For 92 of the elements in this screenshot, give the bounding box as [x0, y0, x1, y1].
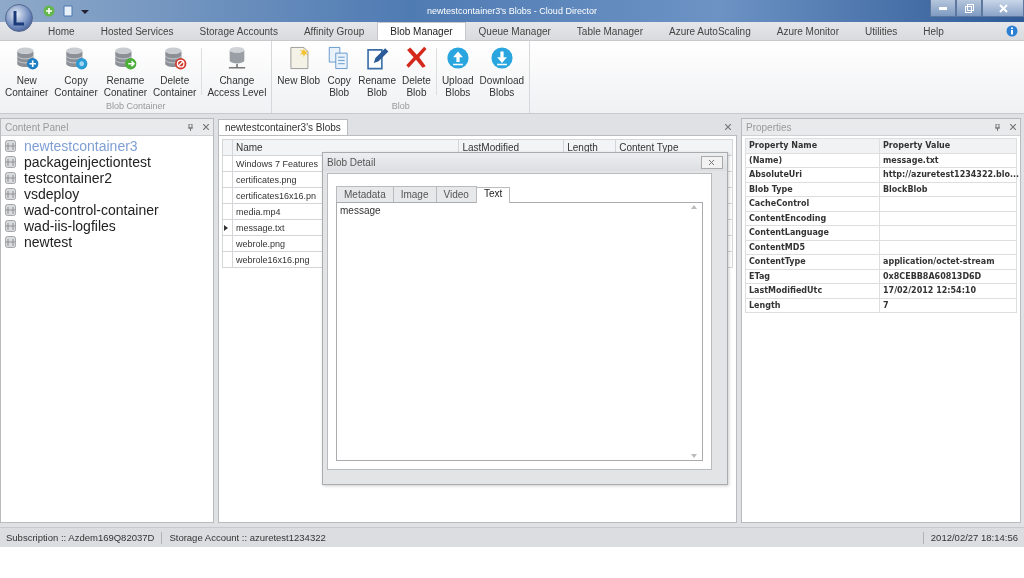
tab[interactable]: Text — [475, 187, 511, 203]
pin-icon[interactable] — [995, 123, 1000, 131]
table-cell: 0x8CEBB8A60813D6D — [879, 269, 1017, 284]
scroll-down-icon[interactable] — [691, 454, 697, 458]
menu-tab[interactable]: Blob Manager — [377, 22, 466, 40]
table-cell: AbsoluteUri — [745, 167, 880, 182]
panel-title: Properties — [746, 121, 792, 133]
tree-item[interactable]: packageinjectiontest — [24, 154, 151, 170]
dropdown-icon[interactable] — [81, 8, 89, 14]
table-cell: Blob Type — [745, 182, 880, 197]
close-button[interactable] — [701, 155, 723, 169]
ribbon-button[interactable]: Copy Blob — [323, 44, 356, 99]
group-title: Blob Container — [104, 100, 167, 113]
status-text: Storage Account :: azuretest1234322 — [169, 532, 326, 543]
column-header[interactable]: Name — [232, 139, 459, 156]
close-icon[interactable] — [203, 124, 209, 130]
restore-button[interactable] — [956, 0, 982, 17]
pin-icon[interactable] — [188, 123, 193, 131]
tree-item[interactable]: testcontainer2 — [24, 170, 112, 186]
table-cell: application/octet-stream — [879, 254, 1017, 269]
menu-tab[interactable]: Affinity Group — [290, 22, 378, 40]
ribbon-button[interactable]: Copy Container — [51, 44, 101, 99]
container-icon — [5, 156, 16, 168]
status-text: 2012/02/27 18:14:56 — [930, 532, 1018, 543]
app-logo-icon[interactable] — [5, 4, 33, 32]
menu-tab[interactable]: Home — [35, 22, 88, 40]
close-button[interactable] — [982, 0, 1024, 17]
menu-tab[interactable]: Storage Accounts — [186, 22, 291, 40]
ribbon-button[interactable]: New Container — [2, 44, 52, 99]
table-cell: 17/02/2012 12:54:10 — [879, 283, 1017, 298]
tree-item[interactable]: wad-control-container — [24, 202, 159, 218]
menu-tab[interactable]: Hosted Services — [87, 22, 187, 40]
ribbon-button[interactable]: Delete Container — [150, 44, 200, 99]
menu-tab[interactable]: Queue Manager — [465, 22, 564, 40]
ribbon-button[interactable]: Rename Conatiner — [100, 44, 151, 99]
add-icon[interactable] — [43, 5, 55, 17]
table-cell: CacheControl — [745, 196, 880, 211]
scroll-up-icon[interactable] — [691, 205, 697, 209]
container-icon — [5, 140, 16, 152]
container-icon — [5, 236, 16, 248]
close-icon[interactable] — [725, 124, 731, 130]
window-title: newtestcontainer3's Blobs - Cloud Director — [427, 6, 597, 16]
info-icon[interactable] — [1006, 25, 1018, 37]
minimize-icon — [939, 6, 947, 10]
tab[interactable]: Metadata — [336, 186, 394, 202]
dialog-title: Blob Detail — [327, 156, 376, 168]
menu-tab[interactable]: Table Manager — [563, 22, 656, 40]
table-cell: LastModifiedUtc — [745, 283, 880, 298]
status-text: Subscription :: Azdem169Q82037D — [6, 532, 155, 543]
menu-tab[interactable]: Help — [910, 22, 957, 40]
tree-item[interactable]: wad-iis-logfiles — [24, 218, 116, 234]
container-icon — [5, 204, 16, 216]
table-cell: ContentLanguage — [745, 225, 880, 240]
minimize-button[interactable] — [930, 0, 956, 17]
table-cell: http://azuretest1234322.blo... — [879, 167, 1017, 182]
table-cell: (Name) — [745, 153, 880, 168]
menu-tab[interactable]: Azure AutoScaling — [656, 22, 764, 40]
tab[interactable]: Video — [435, 186, 477, 202]
container-icon — [5, 172, 16, 184]
container-icon — [5, 188, 16, 200]
table-cell: ContentEncoding — [745, 211, 880, 226]
tab[interactable]: Image — [392, 186, 437, 202]
database-rename-icon — [112, 44, 139, 72]
ribbon-button[interactable]: Upload Blobs — [438, 44, 477, 99]
table-cell: BlockBlob — [879, 182, 1017, 197]
table-cell: 7 — [879, 298, 1017, 313]
ribbon-button[interactable]: New Blob — [274, 44, 324, 99]
table-cell: message.txt — [879, 153, 1017, 168]
menu-tab[interactable]: Azure Monitor — [763, 22, 852, 40]
menu-tab[interactable]: Utilities — [851, 22, 911, 40]
table-cell: ContentMD5 — [745, 240, 880, 255]
ribbon-button[interactable]: Delete Blob — [399, 44, 434, 99]
group-title: Blob — [390, 100, 411, 113]
column-header: Property Name — [745, 138, 880, 153]
table-cell: ETag — [745, 269, 880, 284]
ribbon-button[interactable]: Change Access Level — [204, 44, 270, 99]
text-area[interactable]: message — [336, 202, 703, 461]
close-icon[interactable] — [1010, 124, 1016, 130]
table-cell: ContentType — [745, 254, 880, 269]
document-icon[interactable] — [63, 5, 73, 17]
tree-item[interactable]: vsdeploy — [24, 186, 80, 202]
database-copy-icon — [63, 44, 90, 72]
ribbon-button[interactable]: Download Blobs — [476, 44, 528, 99]
document-tab[interactable]: newtestcontainer3's Blobs — [218, 119, 348, 135]
table-cell: Length — [745, 298, 880, 313]
column-header: Property Value — [879, 138, 1017, 153]
tree-item[interactable]: newtest — [24, 234, 73, 250]
ribbon-button[interactable]: Rename Blob — [355, 44, 399, 99]
close-icon — [998, 3, 1008, 13]
container-icon — [5, 220, 16, 232]
restore-icon — [964, 3, 974, 13]
panel-title: Content Panel — [5, 121, 69, 133]
